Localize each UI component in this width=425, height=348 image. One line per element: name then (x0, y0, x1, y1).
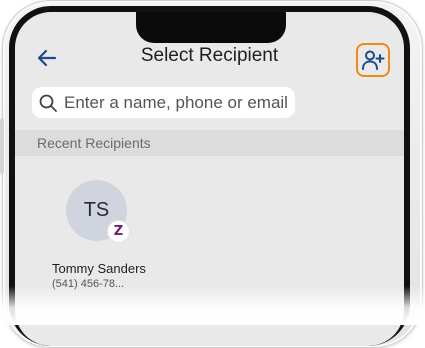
recipient-name: Tommy Sanders (52, 261, 146, 276)
page-title: Select Recipient (140, 45, 279, 66)
notch (136, 12, 286, 43)
phone-side-button (0, 118, 4, 174)
zelle-icon: Z (108, 221, 129, 242)
avatar-initials: TS (83, 199, 110, 221)
add-person-icon (362, 50, 385, 70)
search-icon (39, 94, 57, 112)
recent-recipients-header: Recent Recipients (15, 130, 404, 156)
app-screen: Select Recipient Recent Recipients TS Z … (15, 12, 404, 346)
search-input[interactable] (64, 92, 292, 113)
search-bar[interactable] (32, 87, 295, 118)
section-title: Recent Recipients (37, 135, 151, 151)
recipient-phone: (541) 456-78... (52, 278, 125, 290)
add-contact-button[interactable] (356, 43, 390, 77)
zelle-badge-letter: Z (113, 224, 124, 239)
